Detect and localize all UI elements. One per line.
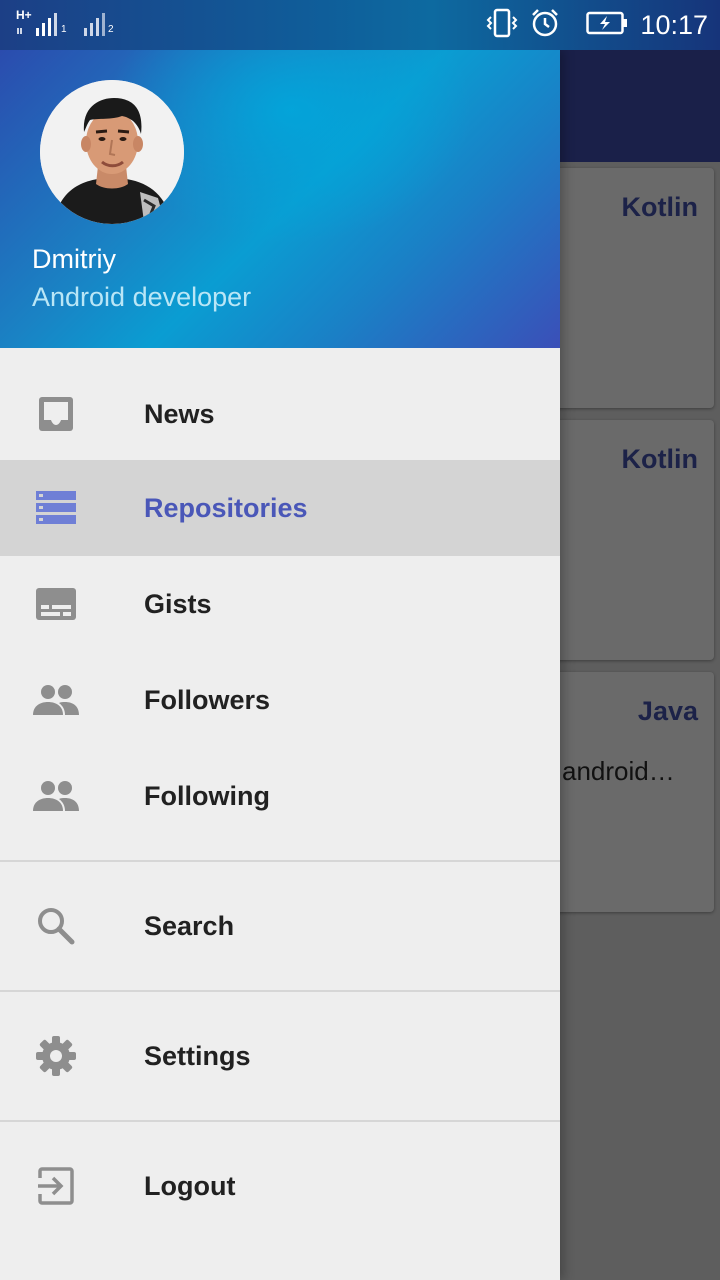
user-name: Dmitriy bbox=[32, 244, 116, 274]
vibrate-icon bbox=[486, 8, 518, 43]
sim2-signal-icon: 2 bbox=[82, 10, 118, 38]
nav-item-logout[interactable]: Logout bbox=[0, 1138, 560, 1234]
nav-item-following[interactable]: Following bbox=[0, 748, 560, 844]
nav-item-repositories[interactable]: Repositories bbox=[0, 460, 560, 556]
storage-icon bbox=[32, 484, 80, 532]
nav-item-label: News bbox=[144, 398, 215, 429]
sim2-label: 2 bbox=[108, 24, 114, 35]
nav-item-label: Followers bbox=[144, 684, 271, 715]
navigation-drawer: Dmitriy Android developer News Repositor… bbox=[0, 50, 560, 1280]
nav-item-news[interactable]: News bbox=[0, 366, 560, 462]
people-icon bbox=[32, 676, 80, 724]
sim1-label: 1 bbox=[61, 24, 67, 35]
nav-item-followers[interactable]: Followers bbox=[0, 652, 560, 748]
divider bbox=[0, 1120, 560, 1122]
status-bar: H+ 1 2 10:17 bbox=[0, 0, 720, 50]
user-role: Android developer bbox=[32, 282, 252, 312]
divider bbox=[0, 990, 560, 992]
exit-icon bbox=[32, 1162, 80, 1210]
nav-item-label: Settings bbox=[144, 1040, 251, 1071]
status-clock: 10:17 bbox=[640, 9, 708, 40]
nav-item-label: Search bbox=[144, 910, 235, 941]
repository-language: Kotlin bbox=[621, 192, 698, 222]
nav-item-label: Logout bbox=[144, 1170, 236, 1201]
repository-language: Java bbox=[637, 696, 698, 726]
nav-item-gists[interactable]: Gists bbox=[0, 556, 560, 652]
nav-item-label: Following bbox=[144, 780, 270, 811]
subtitles-icon bbox=[32, 580, 80, 628]
nav-item-label: Gists bbox=[144, 588, 212, 619]
alarm-icon bbox=[530, 8, 560, 43]
divider bbox=[0, 860, 560, 862]
avatar[interactable] bbox=[40, 80, 184, 224]
nav-item-label: Repositories bbox=[144, 492, 308, 523]
repository-language: Kotlin bbox=[621, 444, 698, 474]
gear-icon bbox=[32, 1032, 80, 1080]
drawer-header: Dmitriy Android developer bbox=[0, 50, 560, 348]
repository-description: android… bbox=[562, 756, 675, 786]
inbox-icon bbox=[32, 390, 80, 438]
search-icon bbox=[32, 902, 80, 950]
nav-item-search[interactable]: Search bbox=[0, 878, 560, 974]
sim1-signal-icon: H+ 1 bbox=[16, 8, 68, 38]
people-icon bbox=[32, 772, 80, 820]
nav-item-settings[interactable]: Settings bbox=[0, 1008, 560, 1104]
battery-charging-icon bbox=[586, 11, 628, 40]
